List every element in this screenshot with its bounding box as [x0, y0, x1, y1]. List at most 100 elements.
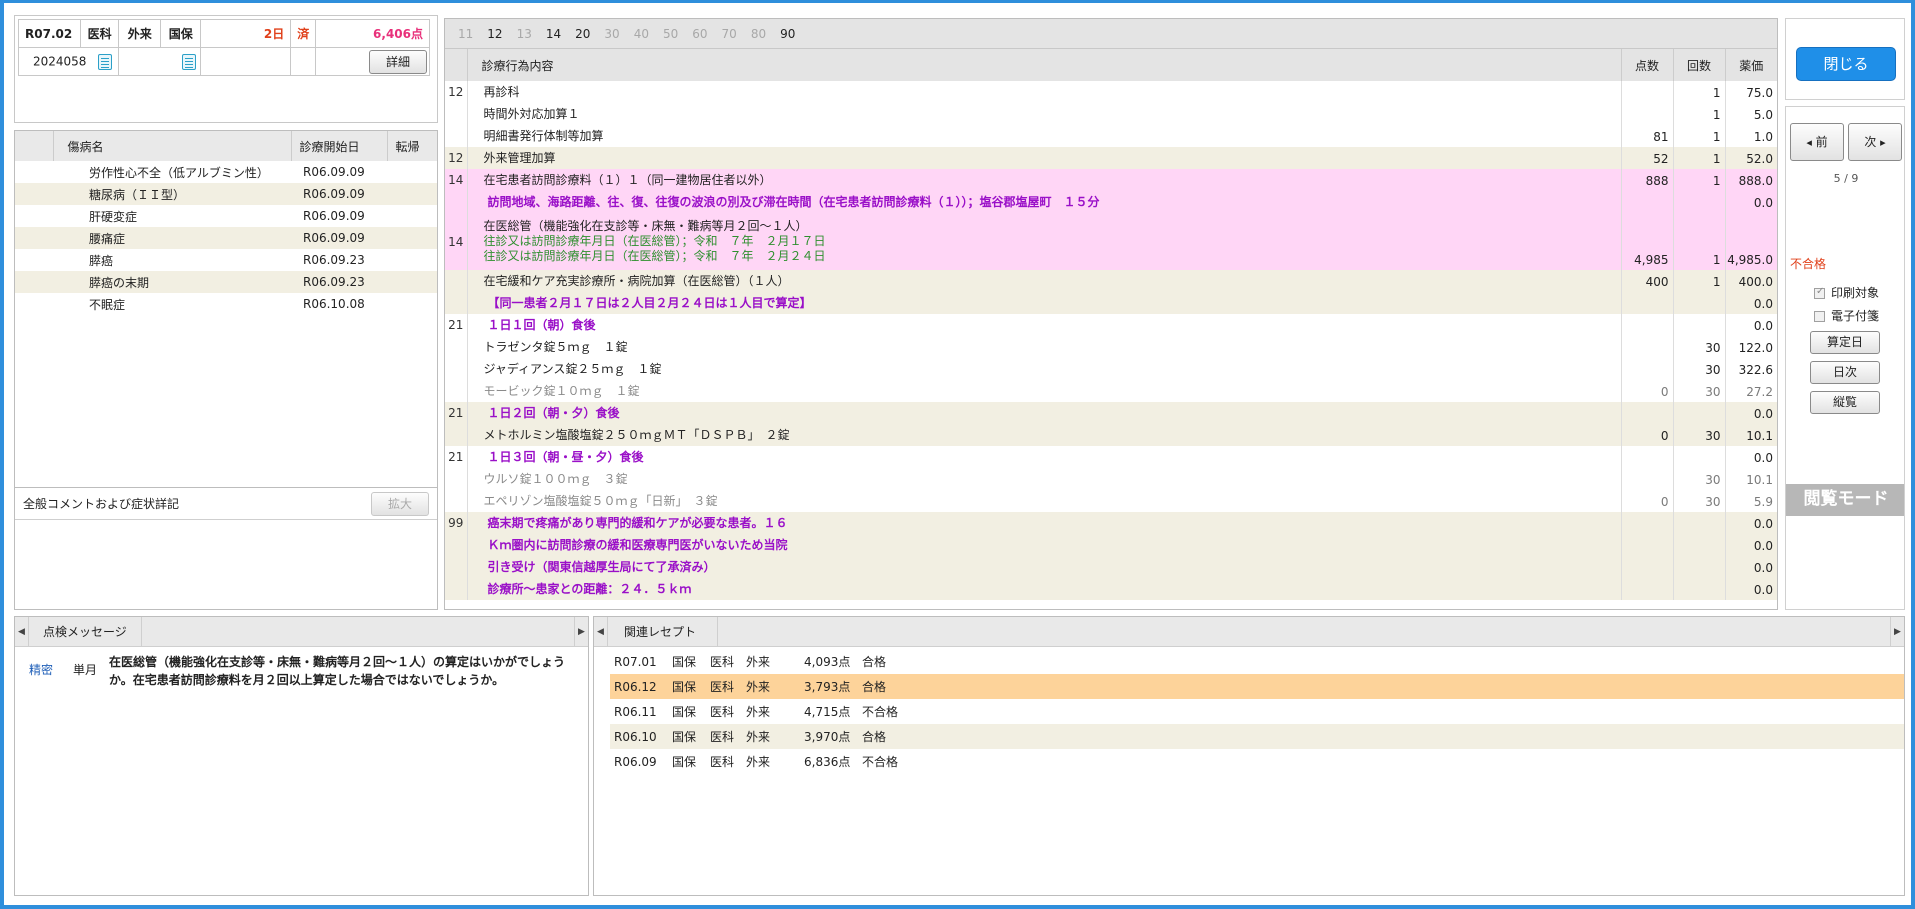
treatment-code: 21 — [445, 314, 468, 336]
count-header: 回数 — [1673, 49, 1726, 81]
check-tab[interactable]: 点検メッセージ — [29, 617, 142, 647]
category-tab[interactable]: 70 — [722, 27, 737, 41]
check-message-row[interactable]: 精密 単月 在医総管（機能強化在支診等・床無・難病等月２回〜１人）の算定はいかがでし… — [15, 647, 588, 689]
disease-row[interactable]: 労作性心不全（低アルブミン性） R06.09.09 — [15, 161, 437, 183]
category-tab[interactable]: 90 — [780, 27, 795, 41]
treatment-row[interactable]: メトホルミン塩酸塩錠２５０ｍｇＭＴ「ＤＳＰＢ」 ２錠 0 30 10.1 — [445, 424, 1777, 446]
treatment-row[interactable]: 21 １日２回（朝・夕）食後 0.0 — [445, 402, 1777, 424]
treatment-text: 時間外対応加算１ — [483, 106, 580, 121]
related-receipt-row[interactable]: R06.11 国保 医科 外来 4,715点 不合格 — [594, 699, 1904, 724]
calc-day-button[interactable]: 算定日 — [1810, 331, 1880, 354]
document-icon-2[interactable] — [182, 53, 197, 70]
esign-check-icon — [1814, 311, 1825, 322]
next-button[interactable]: 次 ▸ — [1848, 123, 1902, 161]
treatment-row[interactable]: モービック錠１０ｍｇ １錠 0 30 27.2 — [445, 380, 1777, 402]
treatment-row[interactable]: 12 再診科 1 75.0 — [445, 81, 1777, 103]
disease-row[interactable]: 膵癌 R06.09.23 — [15, 249, 437, 271]
daily-button[interactable]: 日次 — [1810, 361, 1880, 384]
category-tab[interactable]: 20 — [575, 27, 590, 41]
disease-name: 肝硬変症 — [89, 209, 138, 224]
treatment-row[interactable]: 14 在宅患者訪問診療料（１）１（同一建物居住者以外） 888 1 888.0 — [445, 169, 1777, 191]
treatment-row[interactable]: 訪問地域、海路距離、往、復、往復の波浪の別及び滞在時間（在宅患者訪問診療料（１）… — [445, 191, 1777, 213]
related-tab[interactable]: 関連レセプト — [608, 617, 718, 647]
expand-button[interactable]: 拡大 — [371, 491, 429, 516]
treatment-row[interactable]: エペリゾン塩酸塩錠５０ｍｇ「日新」 ３錠 0 30 5.9 — [445, 490, 1777, 512]
related-points: 3,793点 — [800, 674, 858, 699]
category-tab[interactable]: 13 — [517, 27, 532, 41]
print-target-checkbox[interactable]: 印刷対象 — [1814, 284, 1879, 301]
esign-label: 電子付箋 — [1831, 309, 1880, 323]
disease-row[interactable]: 腰痛症 R06.09.09 — [15, 227, 437, 249]
treatment-row[interactable]: 21 １日１回（朝）食後 0.0 — [445, 314, 1777, 336]
treatment-content: 明細書発行体制等加算 — [467, 125, 1622, 147]
category-tab[interactable]: 14 — [546, 27, 561, 41]
treatment-text: 訪問地域、海路距離、往、復、往復の波浪の別及び滞在時間（在宅患者訪問診療料（１）… — [487, 194, 1100, 209]
treatment-row[interactable]: 明細書発行体制等加算 81 1 1.0 — [445, 125, 1777, 147]
esign-checkbox[interactable]: 電子付箋 — [1814, 307, 1879, 324]
treatment-row[interactable]: トラゼンタ錠５ｍｇ １錠 30 122.0 — [445, 336, 1777, 358]
check-type: 精密 — [29, 663, 54, 677]
related-points: 6,836点 — [804, 755, 851, 769]
category-tab[interactable]: 60 — [692, 27, 707, 41]
related-left-arrow[interactable]: ◀ — [594, 617, 608, 647]
treatment-row[interactable]: Ｋｍ圏内に訪問診療の緩和医療専門医がいないため当院 0.0 — [445, 534, 1777, 556]
close-button[interactable]: 閉じる — [1796, 47, 1896, 81]
related-receipt-row[interactable]: R06.12 国保 医科 外来 3,793点 合格 — [594, 674, 1904, 699]
disease-row[interactable]: 膵癌の末期 R06.09.23 — [15, 271, 437, 293]
treatment-points — [1621, 446, 1674, 468]
treatment-text: 在宅緩和ケア充実診療所・病院加算（在医総管）（１人） — [483, 273, 790, 288]
category-tab[interactable]: 30 — [604, 27, 619, 41]
treatment-row[interactable]: ウルソ錠１００ｍｇ ３錠 30 10.1 — [445, 468, 1777, 490]
disease-row[interactable]: 糖尿病（ＩＩ型） R06.09.09 — [15, 183, 437, 205]
treatment-row[interactable]: 12 外来管理加算 52 1 52.0 — [445, 147, 1777, 169]
treatment-row[interactable]: ジャディアンス錠２５ｍｇ １錠 30 322.6 — [445, 358, 1777, 380]
disease-row[interactable]: 肝硬変症 R06.09.09 — [15, 205, 437, 227]
treatment-code — [445, 336, 468, 358]
print-label: 印刷対象 — [1831, 286, 1880, 300]
category-tab[interactable]: 50 — [663, 27, 678, 41]
prev-button[interactable]: ◂ 前 — [1790, 123, 1844, 161]
treatment-row[interactable]: 在宅緩和ケア充実診療所・病院加算（在医総管）（１人） 400 1 400.0 — [445, 270, 1777, 292]
treatment-content: 再診科 — [467, 81, 1622, 103]
treatment-row[interactable]: 14 在医総管（機能強化在支診等・床無・難病等月２回〜１人） 往診又は訪問診療年月日… — [445, 213, 1777, 270]
document-icon[interactable] — [98, 53, 113, 70]
related-receipt-row[interactable]: R06.10 国保 医科 外来 3,970点 合格 — [594, 724, 1904, 749]
treatment-code: 12 — [445, 147, 468, 169]
category-tabs: 11 12 13 14 20 30 40 50 60 70 80 90 — [445, 19, 1777, 49]
outcome-header: 転帰 — [387, 131, 437, 161]
view-mode-banner: 閲覧モード — [1786, 484, 1904, 516]
insurance-cell: 国保 — [160, 19, 202, 48]
treatment-price: 27.2 — [1725, 380, 1777, 402]
comment-textarea[interactable] — [15, 520, 437, 608]
treatment-row[interactable]: 21 １日３回（朝・昼・夕）食後 0.0 — [445, 446, 1777, 468]
treatment-count: 1 — [1673, 81, 1726, 103]
treatment-row[interactable]: 【同一患者２月１７日は２人目２月２４日は１人目で算定】 0.0 — [445, 292, 1777, 314]
check-left-arrow[interactable]: ◀ — [15, 617, 29, 647]
treatment-price: 0.0 — [1725, 314, 1777, 336]
treatment-points: 0 — [1621, 490, 1674, 512]
disease-blank — [15, 227, 53, 249]
result-status: 不合格 — [1790, 257, 1827, 271]
treatment-content: 癌末期で疼痛があり専門的緩和ケアが必要な患者。１６ — [467, 512, 1622, 534]
related-right-arrow[interactable]: ▶ — [1890, 617, 1904, 647]
detail-cell: 詳細 — [315, 47, 430, 76]
blank-cell-3 — [290, 47, 317, 76]
treatment-row[interactable]: 引き受け（関東信越厚生局にて了承済み） 0.0 — [445, 556, 1777, 578]
treatment-content: ウルソ錠１００ｍｇ ３錠 — [467, 468, 1622, 490]
treatment-row[interactable]: 99 癌末期で疼痛があり専門的緩和ケアが必要な患者。１６ 0.0 — [445, 512, 1777, 534]
disease-name: 膵癌の末期 — [53, 271, 291, 293]
treatment-row[interactable]: 時間外対応加算１ 1 5.0 — [445, 103, 1777, 125]
related-receipt-row[interactable]: R06.09 国保 医科 外来 6,836点 不合格 — [594, 749, 1904, 774]
category-tab[interactable]: 40 — [634, 27, 649, 41]
detail-button[interactable]: 詳細 — [369, 49, 427, 74]
patient-id: 2024058 — [33, 54, 87, 68]
disease-row[interactable]: 不眠症 R06.10.08 — [15, 293, 437, 315]
category-tab[interactable]: 80 — [751, 27, 766, 41]
treatment-content: 診療所〜患家との距離：２４．５ｋｍ — [467, 578, 1622, 600]
treatment-row[interactable]: 診療所〜患家との距離：２４．５ｋｍ 0.0 — [445, 578, 1777, 600]
category-tab[interactable]: 11 — [458, 27, 473, 41]
check-right-arrow[interactable]: ▶ — [574, 617, 588, 647]
overview-button[interactable]: 縦覧 — [1810, 391, 1880, 414]
category-tab[interactable]: 12 — [487, 27, 502, 41]
related-receipt-row[interactable]: R07.01 国保 医科 外来 4,093点 合格 — [594, 649, 1904, 674]
